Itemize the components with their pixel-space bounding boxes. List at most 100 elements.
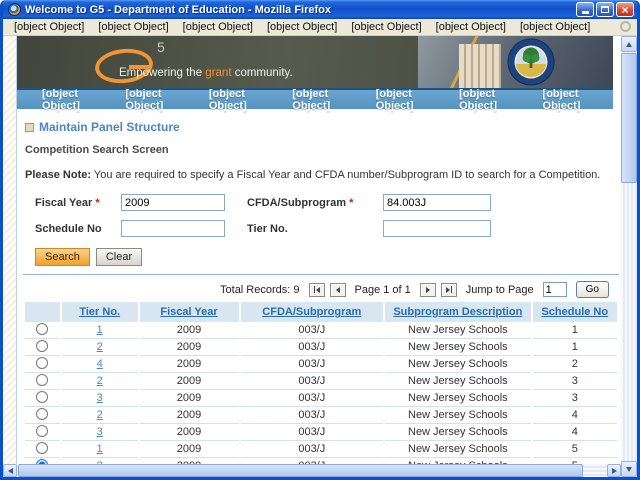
prev-page-button[interactable] [329,282,346,297]
scroll-right-button[interactable] [607,464,621,477]
first-page-button[interactable] [308,282,325,297]
vertical-scrollbar[interactable] [621,36,637,477]
minimize-button[interactable] [576,2,594,17]
expand-icon[interactable] [25,122,34,132]
nav-item[interactable]: [object Object] [29,88,112,112]
go-button[interactable]: Go [575,281,609,298]
menu-item[interactable]: [object Object] [344,20,428,34]
column-header-schedule[interactable]: Schedule No [532,302,617,322]
next-page-button[interactable] [419,282,436,297]
tier-link[interactable]: 3 [97,392,103,404]
tier-link[interactable]: 1 [97,324,103,336]
note-label: Please Note: [25,169,92,181]
horizontal-scroll-thumb[interactable] [18,464,583,477]
cell-cfda: 003/J [240,407,384,424]
tier-link[interactable]: 2 [97,341,103,353]
cell-description: New Jersey Schools [385,424,531,441]
cell-fiscal-year: 2009 [139,390,239,407]
cfda-input[interactable] [383,194,491,211]
window-title: Welcome to G5 - Department of Education … [25,3,331,16]
maintain-panel-structure-link[interactable]: Maintain Panel Structure [39,120,180,134]
horizontal-scrollbar[interactable] [3,464,621,477]
browser-window: Welcome to G5 - Department of Education … [0,0,640,480]
cell-schedule-no: 5 [532,441,617,458]
cell-fiscal-year: 2009 [139,424,239,441]
row-radio-button[interactable] [36,339,49,352]
menu-item[interactable]: [object Object] [513,20,597,34]
cell-description: New Jersey Schools [385,390,531,407]
close-button[interactable] [616,2,634,17]
nav-item[interactable]: [object Object] [112,88,195,112]
row-radio-button[interactable] [36,424,49,437]
vertical-scroll-thumb[interactable] [621,53,637,183]
banner-building-image [459,44,501,88]
column-header-cfda[interactable]: CFDA/Subprogram [240,302,384,322]
radio-column-header [25,302,60,322]
menu-item[interactable]: [object Object] [7,20,91,34]
table-row: 4 2009 003/J New Jersey Schools 2 [25,356,617,373]
tier-link[interactable]: 2 [97,409,103,421]
scroll-up-button[interactable] [621,36,637,52]
row-radio-button[interactable] [36,390,49,403]
title-bar[interactable]: Welcome to G5 - Department of Education … [3,0,637,19]
cell-cfda: 003/J [240,424,384,441]
page-viewport: 5 Empowering the grant community. [objec… [3,36,637,477]
scroll-down-button[interactable] [621,461,637,477]
menu-item[interactable]: [object Object] [429,20,513,34]
tier-link[interactable]: 1 [97,443,103,455]
tier-link[interactable]: 4 [97,358,103,370]
cell-description: New Jersey Schools [385,356,531,373]
menu-item[interactable]: [object Object] [91,20,175,34]
row-radio-button[interactable] [36,322,49,335]
menu-bar: [object Object] [object Object] [object Ob… [3,19,637,36]
nav-item[interactable]: [object Object] [279,88,362,112]
row-radio-button[interactable] [36,356,49,369]
results-table: Tier No. Fiscal Year CFDA/Subprogram Sub… [23,302,619,464]
cell-description: New Jersey Schools [385,322,531,339]
row-radio-button[interactable] [36,373,49,386]
search-form: Fiscal Year * CFDA/Subprogram * Schedule… [35,194,619,237]
row-radio-button[interactable] [36,407,49,420]
main-nav: [object Object] [object Object] [object Ob… [17,88,613,112]
search-button[interactable]: Search [35,248,90,266]
last-page-button[interactable] [440,282,457,297]
nav-item[interactable]: [object Object] [446,88,529,112]
table-row: 1 2009 003/J New Jersey Schools 1 [25,322,617,339]
down-arrow-icon [626,466,632,472]
column-header-fiscal-year[interactable]: Fiscal Year [139,302,239,322]
cell-fiscal-year: 2009 [139,356,239,373]
note-text: You are required to specify a Fiscal Yea… [91,169,601,181]
fiscal-year-input[interactable] [121,194,225,211]
maximize-button[interactable] [596,2,614,17]
menu-item[interactable]: [object Object] [176,20,260,34]
cell-description: New Jersey Schools [385,407,531,424]
nav-item[interactable]: [object Object] [363,88,446,112]
cell-cfda: 003/J [240,390,384,407]
cell-fiscal-year: 2009 [139,441,239,458]
cell-schedule-no: 4 [532,424,617,441]
table-row: 2 2009 003/J New Jersey Schools 3 [25,373,617,390]
tier-no-input[interactable] [383,220,491,237]
total-records: Total Records: 9 [220,283,300,296]
jump-to-page-input[interactable] [542,282,567,297]
clear-button[interactable]: Clear [95,248,143,266]
cell-description: New Jersey Schools [385,339,531,356]
tier-link[interactable]: 2 [97,375,103,387]
cell-schedule-no: 1 [532,322,617,339]
nav-item[interactable]: [object Object] [196,88,279,112]
cell-cfda: 003/J [240,339,384,356]
row-radio-button[interactable] [36,441,49,454]
nav-item[interactable]: [object Object] [530,88,613,112]
scroll-left-button[interactable] [3,464,17,477]
cell-fiscal-year: 2009 [139,407,239,424]
cell-cfda: 003/J [240,322,384,339]
table-row: 2 2009 003/J New Jersey Schools 4 [25,407,617,424]
cell-schedule-no: 4 [532,407,617,424]
web-page: 5 Empowering the grant community. [objec… [3,36,621,464]
tier-link[interactable]: 3 [97,426,103,438]
schedule-no-input[interactable] [121,220,225,237]
column-header-tier[interactable]: Tier No. [61,302,138,322]
column-header-description[interactable]: Subprogram Description [385,302,531,322]
menu-item[interactable]: [object Object] [260,20,344,34]
tier-no-label: Tier No. [247,222,288,235]
